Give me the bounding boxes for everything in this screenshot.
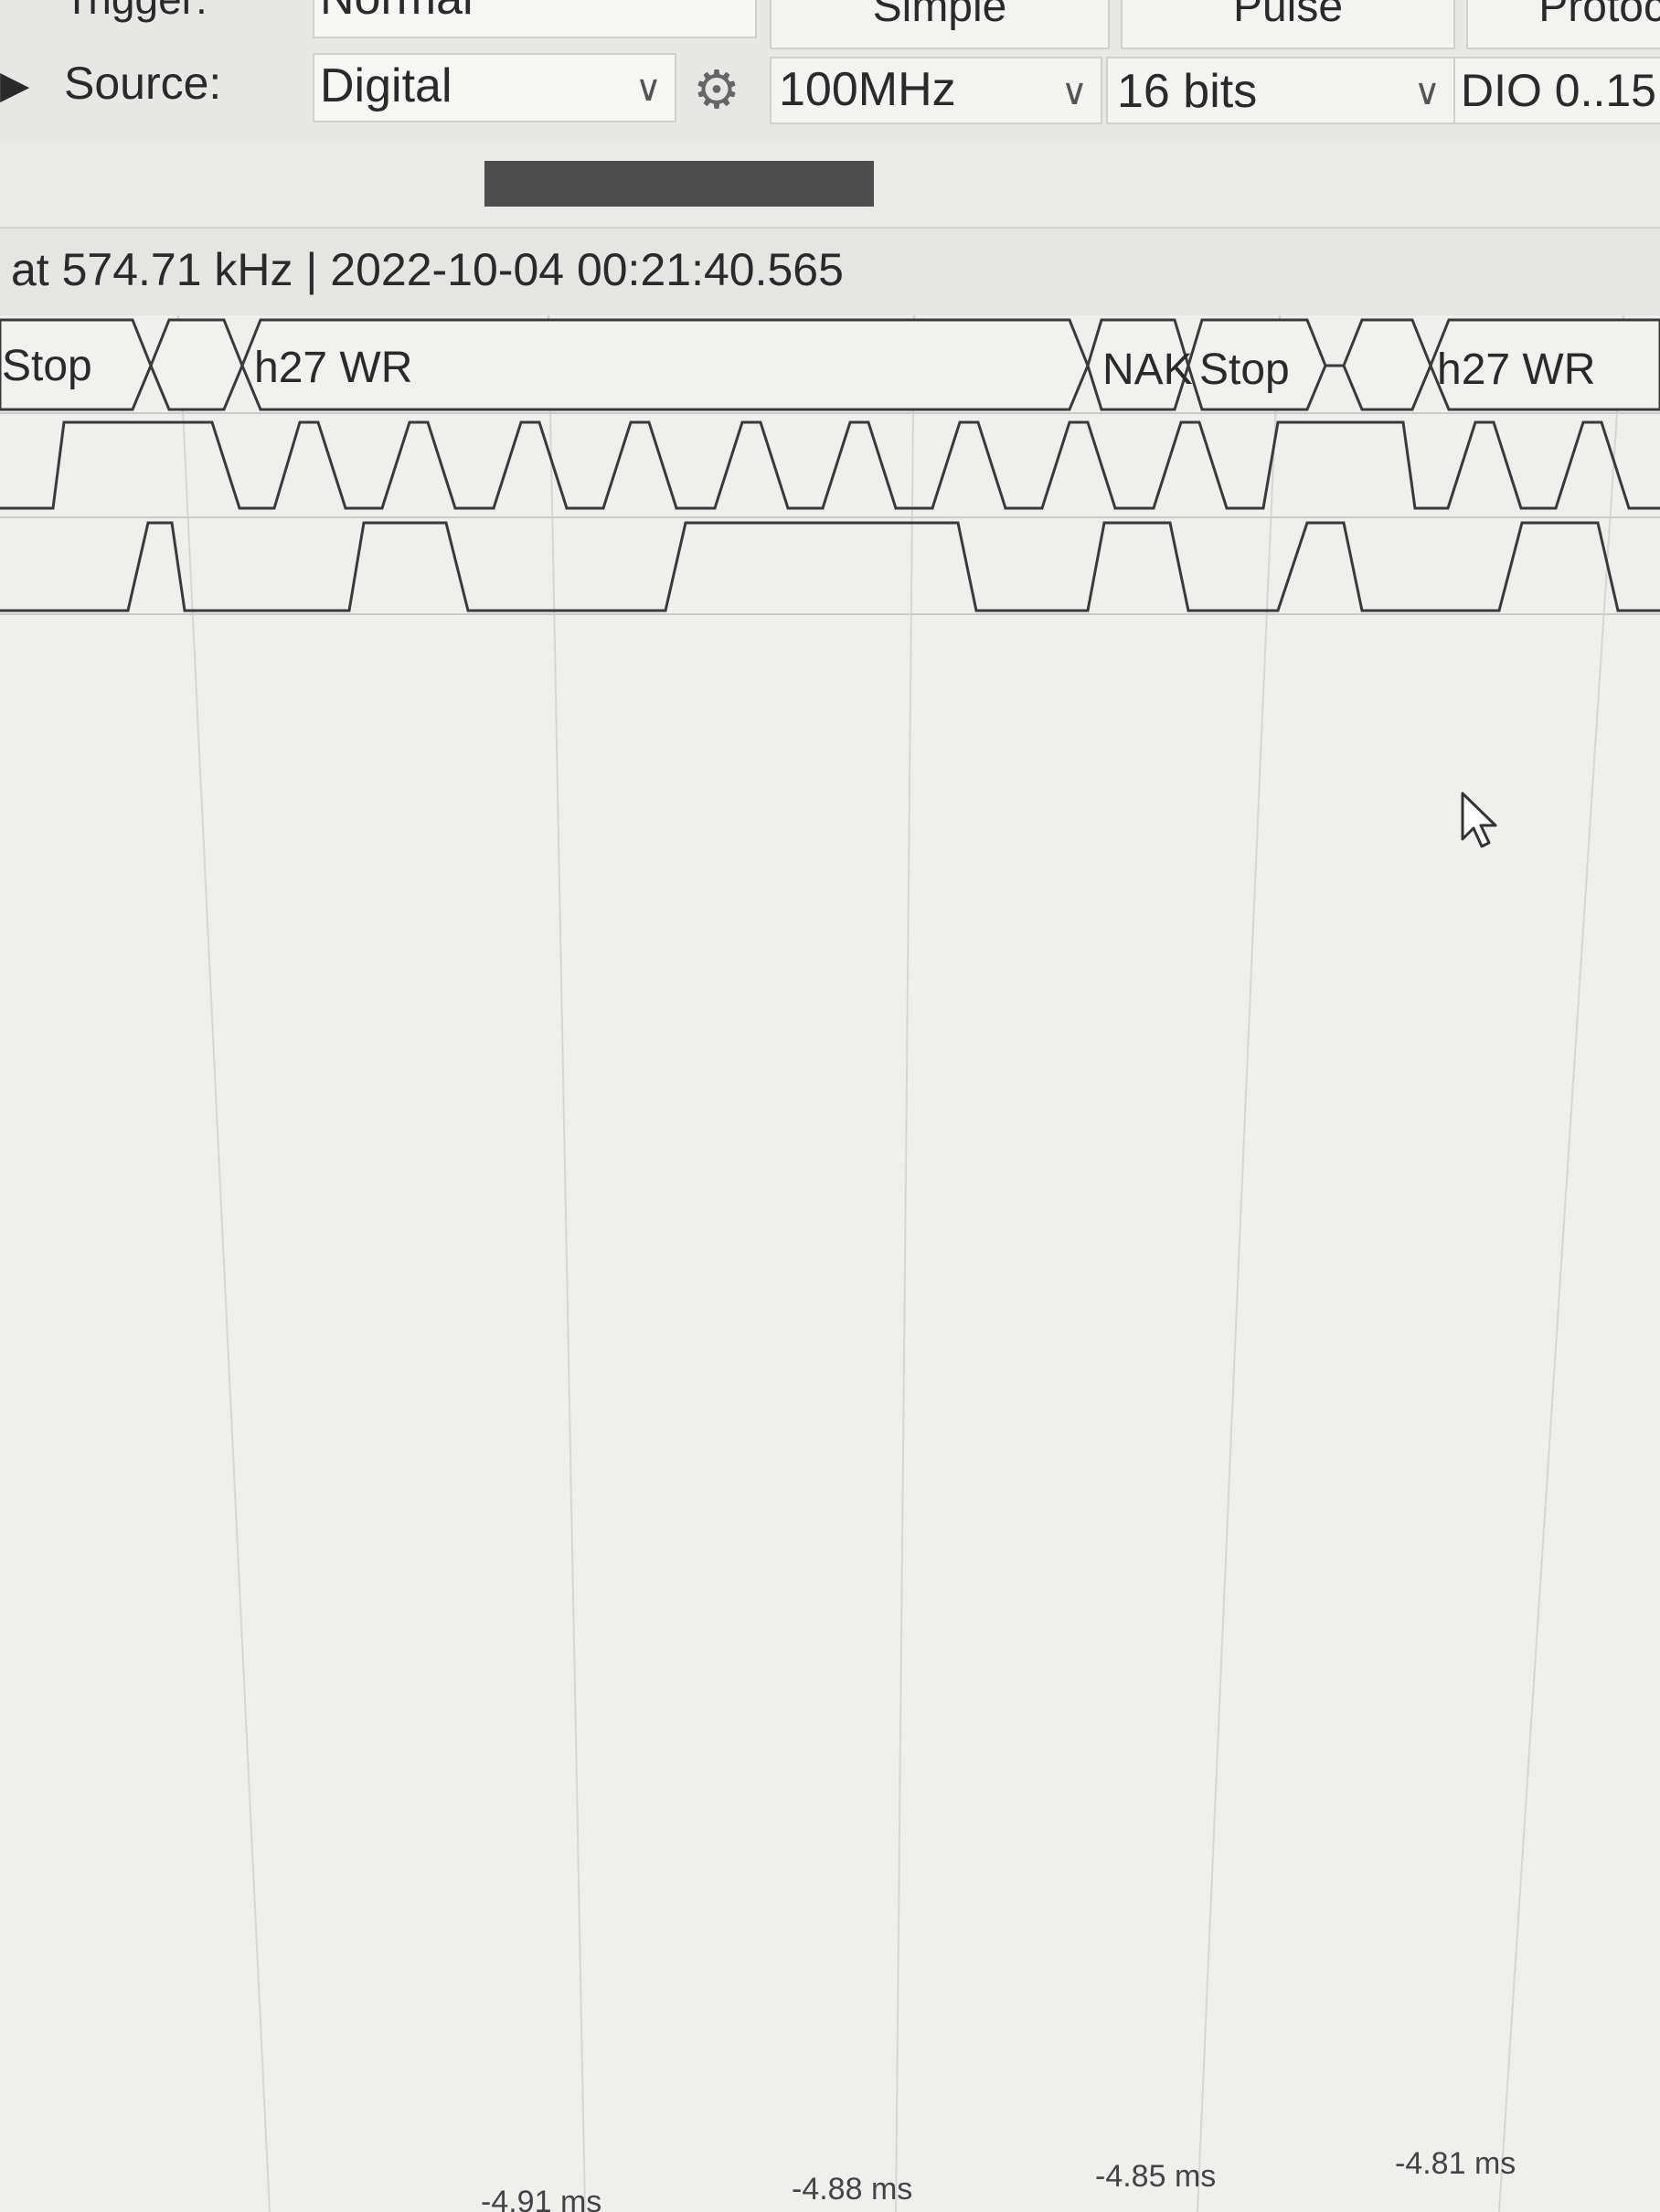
waveform-canvas: Stop h27 WR NAK Stop h27 WR -4.91 ms -4.…: [0, 314, 1660, 2212]
sda-trace: [0, 521, 1660, 612]
time-axis-label: -4.81 ms: [1395, 2146, 1516, 2181]
grid-lines: [177, 314, 1624, 2212]
grid-line: [1197, 314, 1281, 2212]
grid-line: [1498, 314, 1624, 2212]
decoder-label-stop-2: Stop: [1199, 346, 1290, 394]
time-axis-label: -4.88 ms: [792, 2172, 912, 2207]
grid-line: [895, 314, 915, 2212]
decoder-row: [0, 318, 1660, 411]
decoder-segment-gap-2: [1342, 318, 1432, 411]
grid-line: [548, 314, 586, 2212]
decoder-label-stop: Stop: [2, 342, 92, 390]
decoder-label-h27wr: h27 WR: [254, 344, 412, 392]
mouse-cursor-icon: [1461, 792, 1497, 848]
decoder-label-nak: NAK: [1102, 346, 1193, 394]
time-axis-label: -4.85 ms: [1095, 2159, 1216, 2194]
decoder-segment-gap: [149, 318, 244, 411]
time-axis-label: -4.91 ms: [481, 2185, 601, 2212]
scl-trace: [0, 420, 1660, 510]
decoder-label-h27wr-2: h27 WR: [1437, 346, 1595, 394]
grid-line: [177, 314, 271, 2212]
